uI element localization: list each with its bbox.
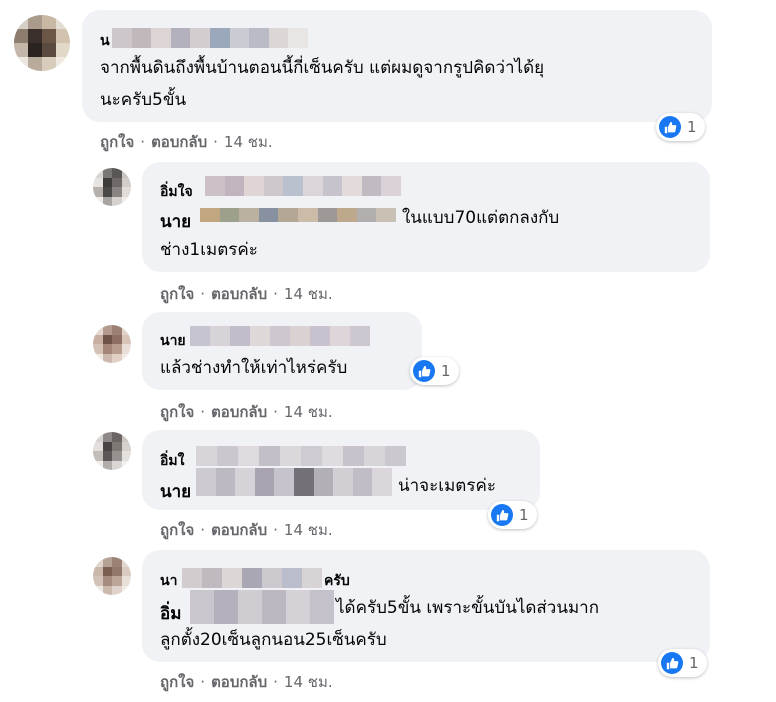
mention-tag[interactable]: อิ่ม <box>160 600 181 627</box>
mention-tag[interactable]: นาย <box>160 478 191 505</box>
separator-dot: · <box>273 285 278 303</box>
author-name-blur <box>196 446 406 466</box>
comment-author-suffix[interactable]: ครับ <box>324 570 350 592</box>
separator-dot: · <box>200 521 206 539</box>
avatar[interactable] <box>93 557 131 595</box>
comment-actions: ถูกใจ · ตอบกลับ · 14 ชม. <box>100 130 273 154</box>
comment-timestamp[interactable]: 14 ชม. <box>284 282 333 306</box>
comment-timestamp[interactable]: 14 ชม. <box>284 518 333 542</box>
reply-link[interactable]: ตอบกลับ <box>211 282 267 306</box>
separator-dot: · <box>200 285 206 303</box>
author-name-blur <box>205 176 401 196</box>
mention-name-blur <box>200 208 396 222</box>
comment-actions: ถูกใจ · ตอบกลับ · 14 ชม. <box>160 670 333 694</box>
comment-timestamp[interactable]: 14 ชม. <box>224 130 273 154</box>
mention-name-blur <box>196 468 392 496</box>
reaction-count: 1 <box>519 506 529 524</box>
comment-text: ช่าง1เมตรค่ะ <box>160 240 258 260</box>
comment-actions: ถูกใจ · ตอบกลับ · 14 ชม. <box>160 400 333 424</box>
reply-link[interactable]: ตอบกลับ <box>151 130 207 154</box>
author-name-blur <box>182 568 322 588</box>
reaction-badge[interactable]: 1 <box>488 501 537 529</box>
like-link[interactable]: ถูกใจ <box>160 670 194 694</box>
comment-text: แล้วช่างทำให้เท่าไหร่ครับ <box>160 358 348 378</box>
like-thumb-icon <box>413 360 435 382</box>
avatar[interactable] <box>93 432 131 470</box>
avatar[interactable] <box>14 15 70 71</box>
mention-name-blur <box>190 590 334 624</box>
like-thumb-icon <box>659 116 681 138</box>
like-thumb-icon <box>661 652 683 674</box>
reaction-count: 1 <box>687 118 697 136</box>
comment-text: ในแบบ70แต่ตกลงกับ <box>402 208 560 228</box>
reaction-count: 1 <box>441 362 451 380</box>
comment-author[interactable]: น <box>100 30 110 52</box>
author-name-blur <box>112 28 308 48</box>
like-thumb-icon <box>491 504 513 526</box>
separator-dot: · <box>273 403 278 421</box>
comment-timestamp[interactable]: 14 ชม. <box>284 670 333 694</box>
comment-text: ได้ครับ5ขั้น เพราะขั้นบันไดส่วนมาก <box>336 598 600 618</box>
comment-author[interactable]: อิ่มใ <box>160 450 184 472</box>
separator-dot: · <box>273 521 278 539</box>
comment-text: น่าจะเมตรค่ะ <box>398 476 496 496</box>
comment-text: ลูกตั้ง20เซ็นลูกนอน25เซ็นครับ <box>160 630 387 650</box>
comment-author[interactable]: อิ่มใจ <box>160 181 193 203</box>
comment-author[interactable]: นา <box>160 570 177 592</box>
comment-actions: ถูกใจ · ตอบกลับ · 14 ชม. <box>160 518 333 542</box>
reaction-badge[interactable]: 1 <box>410 357 459 385</box>
reaction-badge[interactable]: 1 <box>658 649 707 677</box>
separator-dot: · <box>213 133 218 151</box>
mention-tag[interactable]: นาย <box>160 208 191 235</box>
like-link[interactable]: ถูกใจ <box>160 282 194 306</box>
avatar[interactable] <box>93 168 131 206</box>
comment-author[interactable]: นาย <box>160 330 186 352</box>
separator-dot: · <box>200 673 206 691</box>
comment-text: จากพื้นดินถึงพื้นบ้านตอนนี้กี่เซ็นครับ แ… <box>100 58 545 110</box>
reply-link[interactable]: ตอบกลับ <box>211 670 267 694</box>
separator-dot: · <box>140 133 146 151</box>
reply-link[interactable]: ตอบกลับ <box>211 518 267 542</box>
comment-timestamp[interactable]: 14 ชม. <box>284 400 333 424</box>
like-link[interactable]: ถูกใจ <box>160 518 194 542</box>
separator-dot: · <box>273 673 278 691</box>
reaction-count: 1 <box>689 654 699 672</box>
like-link[interactable]: ถูกใจ <box>160 400 194 424</box>
author-name-blur <box>190 326 370 346</box>
avatar[interactable] <box>93 325 131 363</box>
reply-link[interactable]: ตอบกลับ <box>211 400 267 424</box>
comment-actions: ถูกใจ · ตอบกลับ · 14 ชม. <box>160 282 333 306</box>
like-link[interactable]: ถูกใจ <box>100 130 134 154</box>
reaction-badge[interactable]: 1 <box>656 113 705 141</box>
separator-dot: · <box>200 403 206 421</box>
